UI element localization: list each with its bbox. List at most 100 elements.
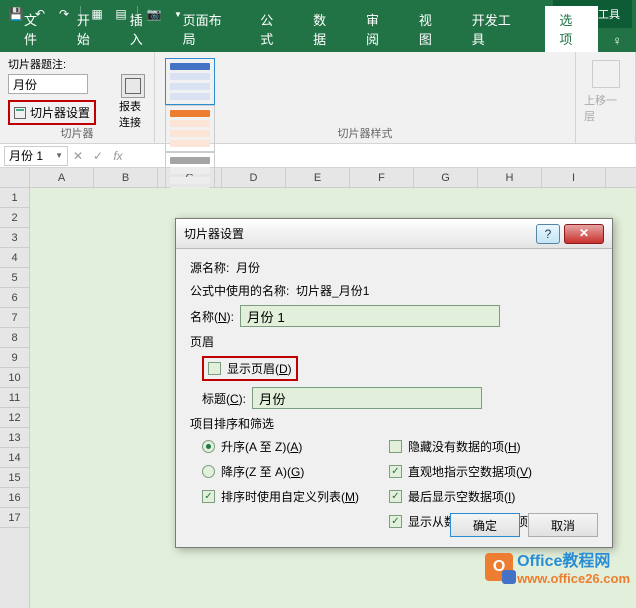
tell-me-icon[interactable]: ♀ — [598, 29, 636, 52]
slicer-settings-button[interactable]: 切片器设置 — [8, 100, 96, 125]
cancel-button[interactable]: 取消 — [528, 513, 598, 537]
row-header[interactable]: 6 — [0, 288, 29, 308]
col-header[interactable]: D — [222, 168, 286, 187]
tab-formula[interactable]: 公式 — [246, 6, 299, 52]
tab-file[interactable]: 文件 — [10, 6, 63, 52]
show-deleted-checkbox[interactable] — [389, 515, 402, 528]
report-connections-icon — [121, 74, 145, 98]
slicer-settings-icon — [14, 107, 26, 119]
header-section-label: 页眉 — [190, 333, 598, 350]
show-last-label: 最后显示空数据项(I) — [408, 488, 515, 505]
row-header[interactable]: 2 — [0, 208, 29, 228]
source-name-label: 源名称: — [190, 259, 229, 276]
caption-field-input[interactable] — [252, 387, 482, 409]
watermark-url: www.office26.com — [517, 571, 630, 586]
ok-button[interactable]: 确定 — [450, 513, 520, 537]
sort-asc-radio[interactable] — [202, 440, 215, 453]
show-header-label: 显示页眉(D) — [227, 360, 292, 377]
show-header-checkbox[interactable] — [208, 362, 221, 375]
caption-field-label: 标题(C): — [202, 390, 246, 407]
formula-bar: 月份 1 ▼ ✕ ✓ fx — [0, 144, 636, 168]
dialog-body: 源名称: 月份 公式中使用的名称: 切片器_月份1 名称(N): 页眉 显示页眉… — [176, 249, 612, 540]
ribbon: 切片器题注: 切片器设置 报表连接 切片器 ▴▾▾ 切片器样式 — [0, 52, 636, 144]
ribbon-group-arrange: 上移一层 — [576, 52, 636, 143]
row-header[interactable]: 7 — [0, 308, 29, 328]
row-header[interactable]: 5 — [0, 268, 29, 288]
report-connections-button[interactable]: 报表连接 — [119, 74, 146, 130]
slicer-settings-dialog: 切片器设置 ? ✕ 源名称: 月份 公式中使用的名称: 切片器_月份1 名称(N… — [175, 218, 613, 548]
tab-data[interactable]: 数据 — [299, 6, 352, 52]
tab-layout[interactable]: 页面布局 — [169, 6, 247, 52]
cancel-formula-icon[interactable]: ✕ — [68, 149, 88, 163]
bring-forward-label: 上移一层 — [584, 92, 627, 124]
dialog-title: 切片器设置 — [184, 225, 244, 242]
sort-desc-radio[interactable] — [202, 465, 215, 478]
sort-section-label: 项目排序和筛选 — [190, 415, 598, 432]
group-label-slicer: 切片器 — [0, 125, 154, 141]
row-header[interactable]: 17 — [0, 508, 29, 528]
ribbon-tabs: 文件 开始 插入 页面布局 公式 数据 审阅 视图 开发工具 选项 ♀ — [0, 28, 636, 52]
row-header[interactable]: 10 — [0, 368, 29, 388]
row-header[interactable]: 16 — [0, 488, 29, 508]
dialog-titlebar[interactable]: 切片器设置 ? ✕ — [176, 219, 612, 249]
row-header[interactable]: 9 — [0, 348, 29, 368]
mark-nodata-label: 直观地指示空数据项(V) — [408, 463, 532, 480]
tab-dev[interactable]: 开发工具 — [458, 6, 536, 52]
source-name-value: 月份 — [236, 259, 260, 276]
row-header[interactable]: 15 — [0, 468, 29, 488]
fx-icon[interactable]: fx — [108, 149, 128, 163]
watermark-title: Office教程网 — [517, 553, 610, 570]
formula-name-value: 切片器_月份1 — [296, 282, 369, 299]
hide-nodata-checkbox[interactable] — [389, 440, 402, 453]
col-header[interactable]: B — [94, 168, 158, 187]
row-header[interactable]: 11 — [0, 388, 29, 408]
dialog-help-button[interactable]: ? — [536, 224, 560, 244]
watermark: O Office教程网 www.office26.com — [485, 547, 630, 586]
row-header[interactable]: 12 — [0, 408, 29, 428]
name-box-value: 月份 1 — [9, 147, 43, 164]
custom-list-checkbox[interactable] — [202, 490, 215, 503]
show-last-checkbox[interactable] — [389, 490, 402, 503]
column-headers: A B C D E F G H I — [30, 168, 636, 188]
name-input[interactable] — [240, 305, 500, 327]
tab-home[interactable]: 开始 — [63, 6, 116, 52]
row-header[interactable]: 8 — [0, 328, 29, 348]
dialog-close-button[interactable]: ✕ — [564, 224, 604, 244]
col-header[interactable]: F — [350, 168, 414, 187]
col-header[interactable]: G — [414, 168, 478, 187]
row-headers: 1 2 3 4 5 6 7 8 9 10 11 12 13 14 15 16 1… — [0, 188, 30, 608]
tab-view[interactable]: 视图 — [405, 6, 458, 52]
name-box-dropdown-icon[interactable]: ▼ — [55, 151, 63, 160]
bring-forward-icon[interactable] — [592, 60, 620, 88]
enter-formula-icon[interactable]: ✓ — [88, 149, 108, 163]
row-header[interactable]: 13 — [0, 428, 29, 448]
name-label: 名称(N): — [190, 308, 234, 325]
col-header[interactable]: E — [286, 168, 350, 187]
col-header[interactable]: A — [30, 168, 94, 187]
custom-list-label: 排序时使用自定义列表(M) — [221, 488, 359, 505]
watermark-icon: O — [485, 553, 513, 581]
row-header[interactable]: 14 — [0, 448, 29, 468]
col-header[interactable]: I — [542, 168, 606, 187]
tab-review[interactable]: 审阅 — [352, 6, 405, 52]
mark-nodata-checkbox[interactable] — [389, 465, 402, 478]
select-all-corner[interactable] — [0, 168, 30, 188]
slicer-style-1[interactable] — [165, 58, 215, 105]
tab-options[interactable]: 选项 — [545, 6, 598, 52]
row-header[interactable]: 1 — [0, 188, 29, 208]
caption-input[interactable] — [8, 74, 88, 94]
row-header[interactable]: 4 — [0, 248, 29, 268]
row-header[interactable]: 3 — [0, 228, 29, 248]
show-header-highlight: 显示页眉(D) — [202, 356, 298, 381]
group-label-styles: 切片器样式 — [155, 125, 575, 141]
hide-nodata-label: 隐藏没有数据的项(H) — [408, 438, 521, 455]
ribbon-group-styles: ▴▾▾ 切片器样式 — [155, 52, 576, 143]
formula-name-label: 公式中使用的名称: — [190, 282, 289, 299]
sort-asc-label: 升序(A 至 Z)(A) — [221, 438, 302, 455]
slicer-settings-label: 切片器设置 — [30, 104, 90, 121]
name-box[interactable]: 月份 1 ▼ — [4, 146, 68, 166]
col-header[interactable]: H — [478, 168, 542, 187]
sort-desc-label: 降序(Z 至 A)(G) — [221, 463, 304, 480]
tab-insert[interactable]: 插入 — [116, 6, 169, 52]
ribbon-group-slicer: 切片器题注: 切片器设置 报表连接 切片器 — [0, 52, 155, 143]
